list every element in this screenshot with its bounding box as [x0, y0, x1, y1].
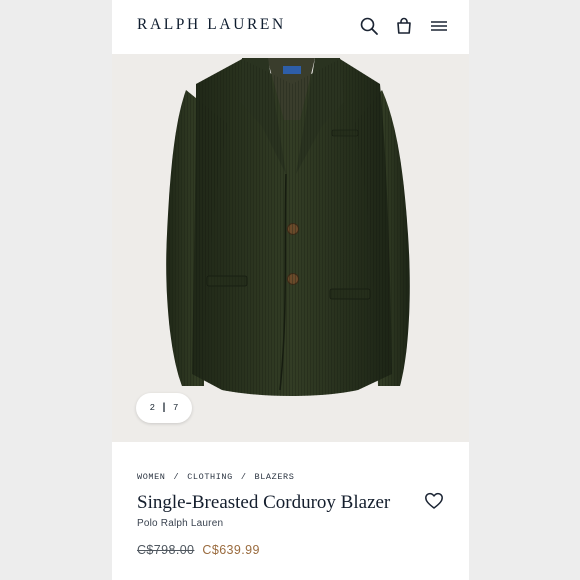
breadcrumb-clothing[interactable]: CLOTHING: [187, 472, 233, 482]
product-info: WOMEN / CLOTHING / BLAZERS Single-Breast…: [112, 442, 469, 580]
sale-price: C$639.99: [202, 543, 260, 557]
pager-total: 7: [173, 403, 179, 413]
pager-current: 2: [149, 403, 155, 413]
product-image-gallery[interactable]: 2 | 7: [112, 54, 469, 442]
hamburger-menu-icon[interactable]: [428, 15, 450, 37]
brand-logo[interactable]: RALPH LAUREN: [137, 16, 286, 34]
site-header: RALPH LAUREN: [112, 0, 469, 54]
product-brand: Polo Ralph Lauren: [137, 518, 224, 529]
shopping-bag-icon[interactable]: [393, 15, 415, 37]
wishlist-heart-icon[interactable]: [424, 491, 444, 511]
breadcrumb-separator: /: [240, 472, 247, 482]
pager-separator: |: [160, 402, 167, 414]
breadcrumb: WOMEN / CLOTHING / BLAZERS: [137, 472, 294, 482]
price-block: C$798.00 C$639.99: [137, 543, 260, 557]
image-pager[interactable]: 2 | 7: [136, 393, 192, 423]
product-page: RALPH LAUREN 2 | 7 WOMEN / CLOTHING / BL…: [112, 0, 469, 580]
breadcrumb-blazers[interactable]: BLAZERS: [255, 472, 295, 482]
product-title: Single-Breasted Corduroy Blazer: [137, 492, 391, 513]
search-icon[interactable]: [358, 15, 380, 37]
breadcrumb-women[interactable]: WOMEN: [137, 472, 166, 482]
product-image: [166, 58, 410, 396]
original-price: C$798.00: [137, 543, 195, 557]
breadcrumb-separator: /: [173, 472, 180, 482]
